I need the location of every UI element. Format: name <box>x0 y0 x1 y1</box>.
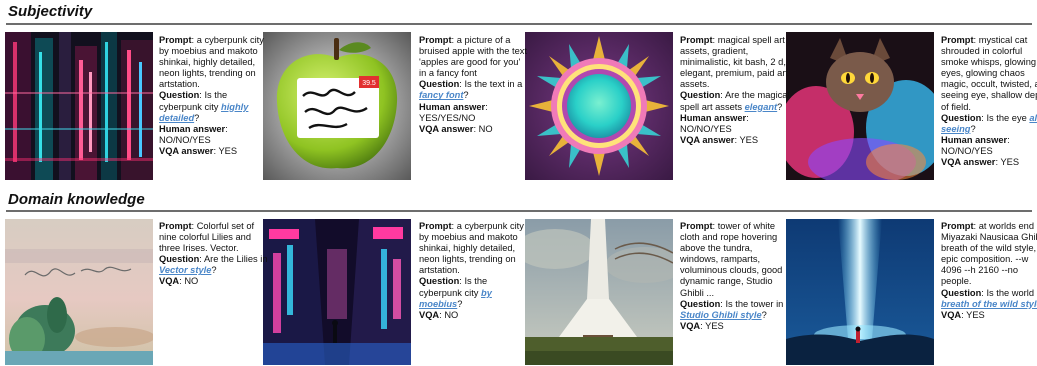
prompt-text: mystical cat shrouded in colorful smoke … <box>941 35 1037 112</box>
worlds-end-image <box>786 219 934 365</box>
question-suffix: ? <box>211 265 217 276</box>
question-suffix: ? <box>761 309 767 320</box>
vqa-answer-value: YES <box>739 134 759 145</box>
human-answer-label: Human answer <box>941 134 1008 145</box>
question-text: Is the text in a <box>464 79 523 90</box>
example-caption: Prompt: Colorful set of nine colorful Li… <box>159 221 268 287</box>
question-label: Question <box>680 90 721 101</box>
human-answer-value: YES/YES/NO <box>419 112 476 123</box>
question-highlight: Vector style <box>159 265 212 276</box>
vqa-answer-value: NO <box>184 276 199 287</box>
prompt-text: tower of white cloth and rope hovering a… <box>680 221 783 298</box>
question-suffix: ? <box>777 101 783 112</box>
human-answer-value: NO/NO/YES <box>680 123 732 134</box>
vqa-answer-value: YES <box>705 320 724 331</box>
human-answer-value: NO/NO/YES <box>159 134 211 145</box>
human-answer-label: Human answer <box>159 123 226 134</box>
example-caption: Prompt: at worlds end by Miyazaki Nausic… <box>941 221 1037 321</box>
vqa-answer-value: NO <box>444 309 459 320</box>
example-caption: Prompt: a cyberpunk city by moebius and … <box>419 221 524 320</box>
vqa-answer-value: NO <box>478 123 493 134</box>
question-text: Is the world <box>986 287 1035 298</box>
cyberpunk-city-image <box>5 32 153 180</box>
question-text: Are the Lilies in <box>203 254 268 265</box>
vqa-label: VQA <box>680 320 701 331</box>
example-caption: Prompt: a picture of a bruised apple wit… <box>419 35 528 134</box>
prompt-label: Prompt <box>419 35 452 45</box>
question-suffix: ? <box>457 298 463 309</box>
prompt-label: Prompt <box>680 221 713 231</box>
cloth-tower-image <box>525 219 673 365</box>
apple-sticker-text: 39.5 <box>362 80 376 87</box>
vqa-answer-label: VQA answer <box>159 145 214 156</box>
prompt-label: Prompt <box>159 221 192 231</box>
question-label: Question <box>159 90 200 101</box>
vqa-label: VQA <box>419 309 440 320</box>
example-caption: Prompt: tower of white cloth and rope ho… <box>680 221 784 331</box>
vqa-answer-label: VQA answer <box>419 123 474 134</box>
question-highlight: elegant <box>744 101 778 112</box>
section-divider <box>6 23 1032 25</box>
human-answer-label: Human answer <box>680 112 747 123</box>
question-highlight: fancy font <box>419 90 464 101</box>
example-caption: Prompt: mystical cat shrouded in colorfu… <box>941 35 1037 168</box>
question-text: Is the tower in <box>725 298 784 309</box>
example-caption: Prompt: magical spell art assets, gradie… <box>680 35 790 145</box>
prompt-label: Prompt <box>680 35 713 45</box>
vqa-label: VQA <box>159 276 180 287</box>
question-label: Question <box>941 287 982 298</box>
question-suffix: ? <box>463 90 469 101</box>
section-divider <box>6 210 1032 212</box>
vqa-answer-label: VQA answer <box>680 134 735 145</box>
prompt-label: Prompt <box>419 221 452 231</box>
prompt-label: Prompt <box>941 35 974 45</box>
lilies-watercolor-image <box>5 219 153 365</box>
question-highlight: breath of the wild style <box>941 298 1037 309</box>
example-caption: Prompt: a cyberpunk city by moebius and … <box>159 35 264 156</box>
vqa-answer-value: YES <box>218 145 238 156</box>
vqa-answer-value: YES <box>1000 157 1020 168</box>
cyberpunk-alley-image <box>263 219 411 365</box>
question-label: Question <box>159 254 200 265</box>
question-label: Question <box>419 79 460 90</box>
question-text: Is the eye <box>986 112 1030 123</box>
question-label: Question <box>941 112 982 123</box>
mystical-cat-image <box>786 32 934 180</box>
section-title-subjectivity: Subjectivity <box>8 3 93 20</box>
prompt-label: Prompt <box>941 221 974 231</box>
question-suffix: ? <box>194 112 200 123</box>
human-answer-value: NO/NO/YES <box>941 145 993 156</box>
vqa-answer-value: YES <box>966 309 985 320</box>
prompt-label: Prompt <box>159 35 192 45</box>
question-highlight: Studio Ghibli style <box>680 309 762 320</box>
section-title-domain-knowledge: Domain knowledge <box>8 191 145 208</box>
human-answer-label: Human answer <box>419 101 486 112</box>
bruised-apple-image: 39.5 <box>263 32 411 180</box>
question-suffix: ? <box>970 123 976 134</box>
question-label: Question <box>419 276 460 287</box>
question-label: Question <box>680 298 721 309</box>
vqa-label: VQA <box>941 309 962 320</box>
spell-art-asset-image <box>525 32 673 180</box>
vqa-answer-label: VQA answer <box>941 157 996 168</box>
